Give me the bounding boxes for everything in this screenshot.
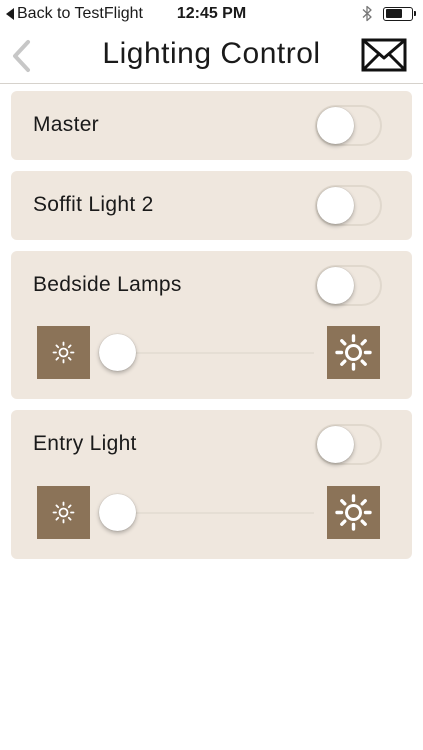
dim-down-button[interactable] xyxy=(37,326,90,379)
status-bar: Back to TestFlight 12:45 PM xyxy=(0,0,423,28)
dim-down-button[interactable] xyxy=(37,486,90,539)
battery-level xyxy=(385,9,402,18)
dimmer-slider-knob[interactable] xyxy=(99,494,136,531)
light-card-entry-light: Entry Light xyxy=(11,410,412,559)
toggle-knob xyxy=(317,426,354,463)
brighten-button[interactable] xyxy=(327,486,380,539)
light-card-master: Master xyxy=(11,91,412,160)
dimmer-slider-knob[interactable] xyxy=(99,334,136,371)
bedside-lamps-toggle[interactable] xyxy=(315,265,382,306)
entry-light-toggle[interactable] xyxy=(315,424,382,465)
light-label: Soffit Light 2 xyxy=(33,193,154,216)
sun-large-icon xyxy=(335,494,372,531)
battery-icon xyxy=(383,6,416,21)
light-label: Master xyxy=(33,113,99,136)
toggle-knob xyxy=(317,267,354,304)
light-label: Bedside Lamps xyxy=(33,273,182,296)
light-card-soffit-light-2: Soffit Light 2 xyxy=(11,171,412,240)
bluetooth-icon xyxy=(362,5,372,22)
status-time: 12:45 PM xyxy=(176,5,247,22)
sun-small-icon xyxy=(52,501,75,524)
toggle-knob xyxy=(317,187,354,224)
mail-icon[interactable] xyxy=(361,38,407,72)
dimmer-row xyxy=(37,486,380,539)
soffit-light-2-toggle[interactable] xyxy=(315,185,382,226)
light-label: Entry Light xyxy=(33,432,137,455)
brighten-button[interactable] xyxy=(327,326,380,379)
sun-large-icon xyxy=(335,334,372,371)
toggle-knob xyxy=(317,107,354,144)
dimmer-row xyxy=(37,326,380,379)
master-toggle[interactable] xyxy=(315,105,382,146)
status-indicators xyxy=(362,5,416,22)
sun-small-icon xyxy=(52,341,75,364)
nav-bar: Lighting Control xyxy=(0,28,423,84)
light-card-bedside-lamps: Bedside Lamps xyxy=(11,251,412,399)
page-title: Lighting Control xyxy=(102,37,321,70)
